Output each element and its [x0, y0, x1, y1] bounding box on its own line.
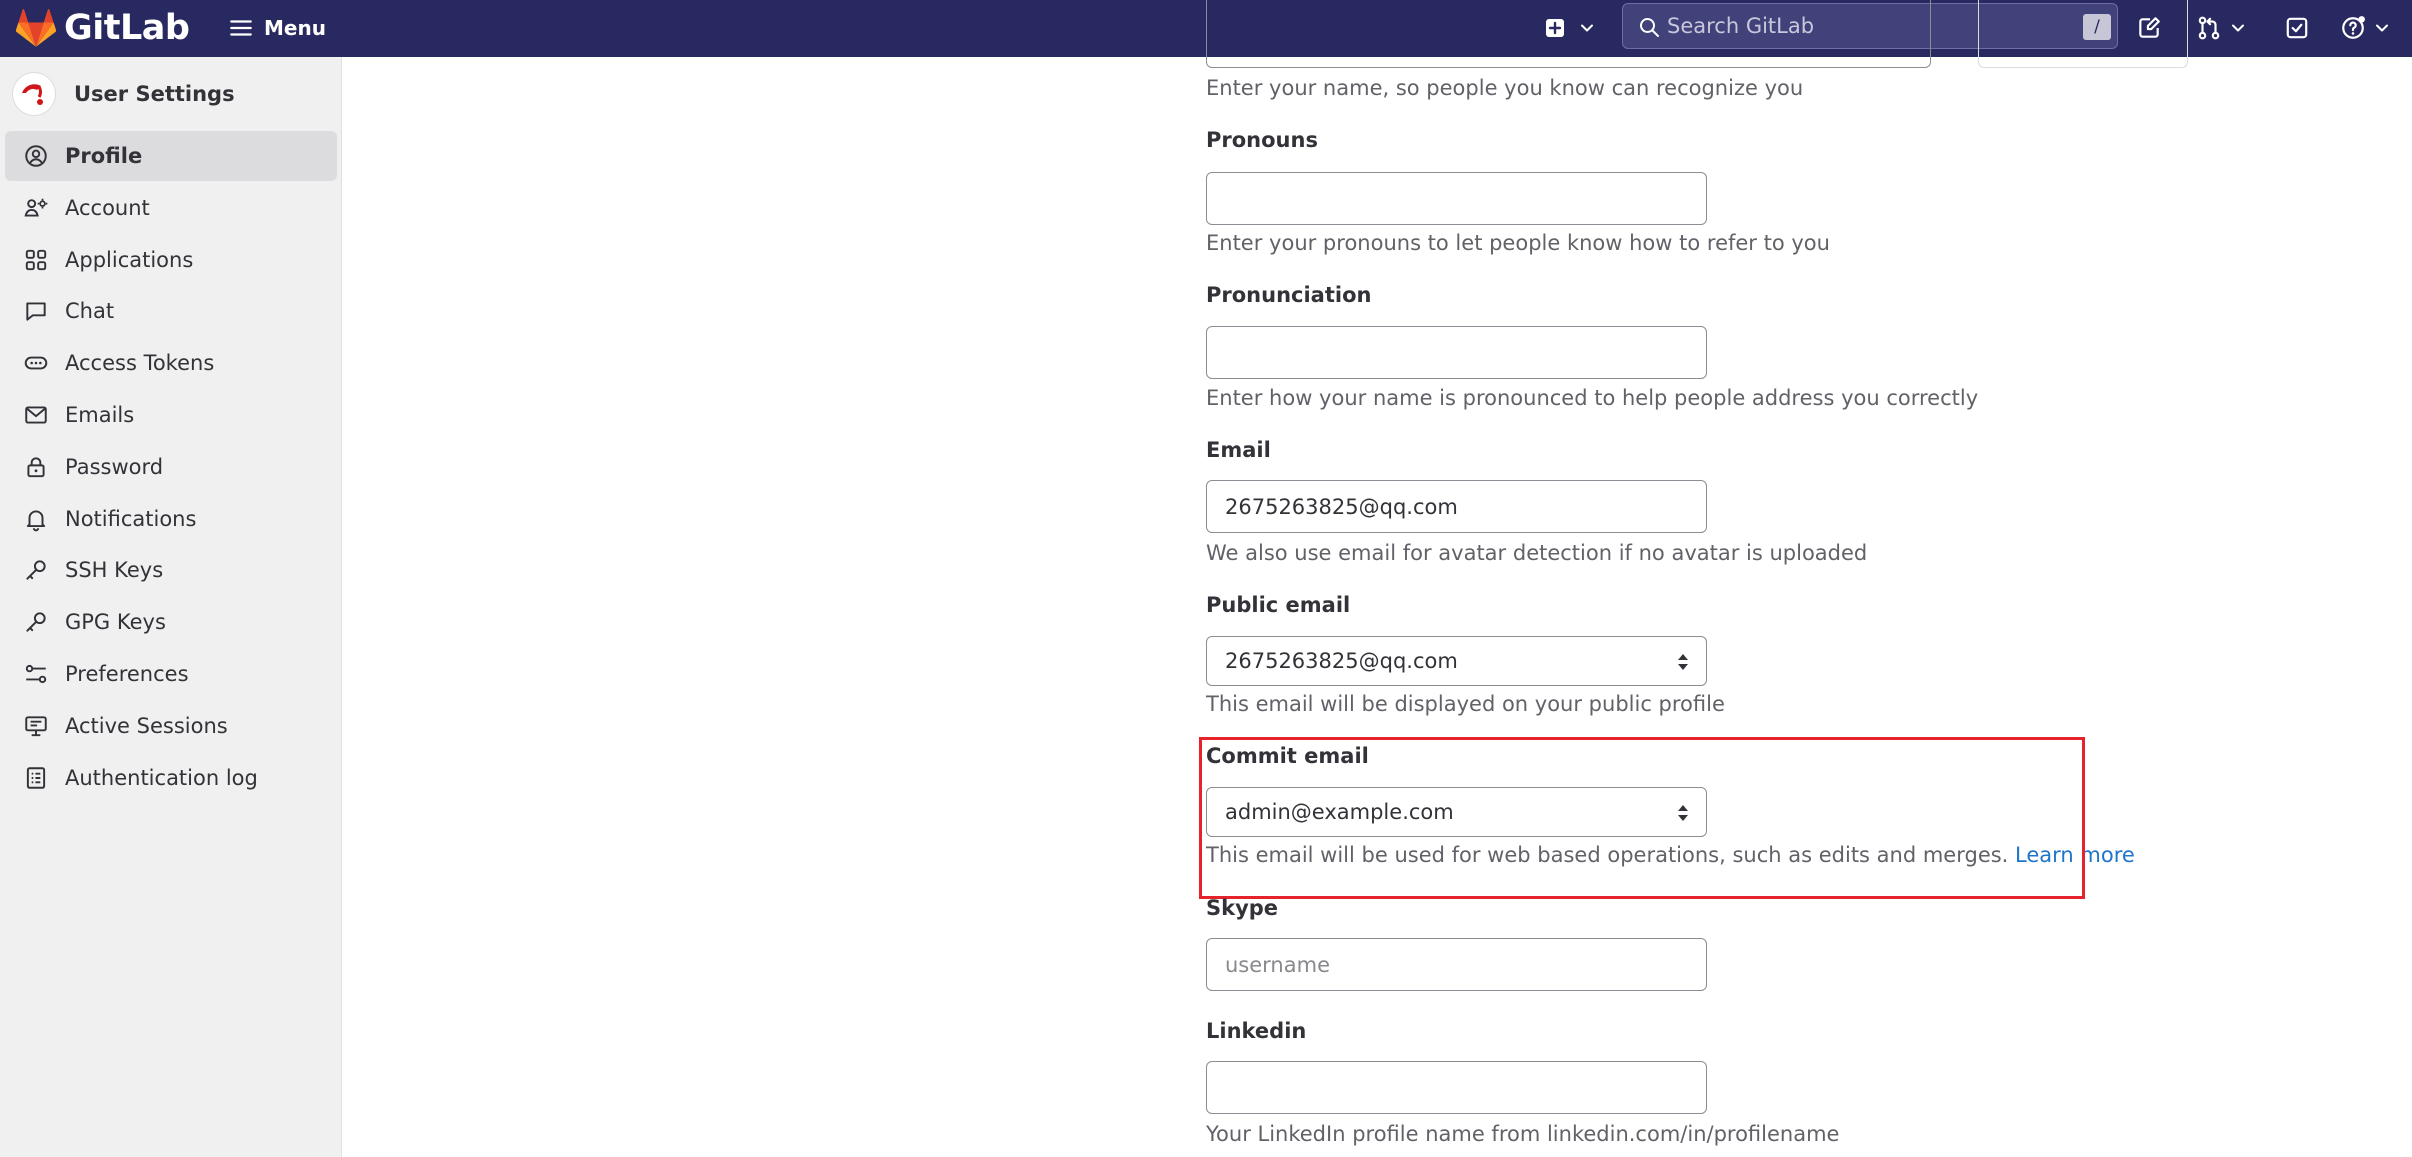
linkedin-label: Linkedin	[1206, 1019, 1307, 1043]
public-email-select[interactable]: 2675263825@qq.com	[1206, 636, 1707, 686]
sidebar-header[interactable]: User Settings	[12, 71, 235, 117]
pronouns-label: Pronouns	[1206, 128, 1318, 152]
sidebar-item-label: Chat	[65, 299, 115, 324]
brand-name: GitLab	[64, 8, 190, 48]
sidebar-item-label: SSH Keys	[65, 558, 164, 583]
sidebar-item-ssh-keys[interactable]: SSH Keys	[5, 545, 337, 595]
user-circle-icon	[25, 145, 47, 167]
merge-request-icon	[2198, 16, 2220, 40]
email-field[interactable]	[1206, 480, 1707, 533]
merge-requests-dropdown[interactable]	[2196, 10, 2248, 46]
settings-sidebar: User Settings Profile Account Applicatio…	[0, 57, 342, 1157]
pronouns-help-text: Enter your pronouns to let people know h…	[1206, 231, 1830, 255]
sidebar-item-label: Notifications	[65, 506, 197, 531]
sidebar-item-active-sessions[interactable]: Active Sessions	[5, 701, 337, 751]
sidebar-item-emails[interactable]: Emails	[5, 390, 337, 440]
sidebar-item-label: Account	[65, 195, 150, 220]
pronouns-input[interactable]	[1206, 172, 1707, 225]
chat-icon	[26, 302, 46, 322]
todo-check-icon	[2286, 17, 2308, 39]
name-help-text: Enter your name, so people you know can …	[1206, 76, 1804, 100]
user-avatar-icon	[22, 84, 43, 105]
sidebar-item-access-tokens[interactable]: Access Tokens	[5, 338, 337, 388]
skype-input[interactable]	[1206, 938, 1707, 991]
sidebar-nav: Profile Account Applications Chat Access…	[5, 131, 337, 804]
hamburger-icon	[230, 20, 252, 36]
tanuki-icon	[15, 9, 57, 47]
key-icon	[26, 612, 46, 632]
monitor-icon	[25, 716, 47, 736]
sidebar-item-chat[interactable]: Chat	[5, 286, 337, 336]
linkedin-help-text: Your LinkedIn profile name from linkedin…	[1206, 1122, 1840, 1146]
avatar	[12, 72, 56, 116]
sidebar-item-password[interactable]: Password	[5, 442, 337, 492]
help-icon	[2342, 16, 2365, 39]
account-icon	[24, 198, 48, 217]
sidebar-item-label: Password	[65, 454, 164, 479]
sidebar-item-applications[interactable]: Applications	[5, 235, 337, 285]
public-email-help-text: This email will be displayed on your pub…	[1206, 692, 1725, 716]
log-icon	[26, 766, 46, 789]
sidebar-item-account[interactable]: Account	[5, 183, 337, 233]
chevron-down-icon	[2232, 24, 2244, 32]
gitlab-logo[interactable]: GitLab	[14, 3, 190, 53]
sidebar-item-label: GPG Keys	[65, 610, 166, 635]
sidebar-item-authentication-log[interactable]: Authentication log	[5, 753, 337, 803]
pronunciation-label: Pronunciation	[1206, 283, 1372, 307]
sidebar-item-label: Access Tokens	[65, 351, 215, 376]
user-id-field	[1978, 0, 2188, 68]
sidebar-title: User Settings	[74, 82, 235, 106]
menu-label: Menu	[264, 16, 326, 40]
public-email-selected-value: 2675263825@qq.com	[1225, 649, 1458, 673]
key-icon	[26, 560, 46, 581]
email-label: Email	[1206, 438, 1271, 462]
sidebar-item-notifications[interactable]: Notifications	[5, 494, 337, 544]
token-icon	[24, 356, 48, 370]
pronunciation-help-text: Enter how your name is pronounced to hel…	[1206, 386, 1979, 410]
preferences-icon	[25, 664, 47, 684]
sidebar-item-label: Emails	[65, 402, 135, 427]
highlight-annotation-box	[1199, 737, 2085, 899]
public-email-label: Public email	[1206, 593, 1351, 617]
mail-icon	[25, 406, 47, 424]
sidebar-item-profile[interactable]: Profile	[5, 131, 337, 181]
sidebar-item-label: Profile	[65, 144, 143, 168]
sidebar-item-label: Active Sessions	[65, 713, 228, 738]
applications-icon	[25, 249, 47, 270]
full-name-input[interactable]	[1206, 0, 1931, 68]
menu-button[interactable]: Menu	[228, 12, 326, 44]
sidebar-item-gpg-keys[interactable]: GPG Keys	[5, 597, 337, 647]
sidebar-item-label: Authentication log	[65, 765, 258, 790]
sidebar-item-label: Preferences	[65, 661, 189, 686]
skype-label: Skype	[1206, 896, 1279, 920]
bell-icon	[26, 510, 46, 531]
linkedin-input[interactable]	[1206, 1061, 1707, 1114]
pronunciation-input[interactable]	[1206, 326, 1707, 379]
todos-button[interactable]	[2284, 10, 2310, 46]
lock-icon	[27, 457, 45, 477]
chevron-down-icon	[2376, 24, 2388, 32]
email-help-text: We also use email for avatar detection i…	[1206, 541, 1868, 565]
select-arrows-icon	[1678, 654, 1688, 670]
sidebar-item-label: Applications	[65, 247, 194, 272]
sidebar-item-preferences[interactable]: Preferences	[5, 649, 337, 699]
help-dropdown[interactable]	[2340, 10, 2392, 46]
